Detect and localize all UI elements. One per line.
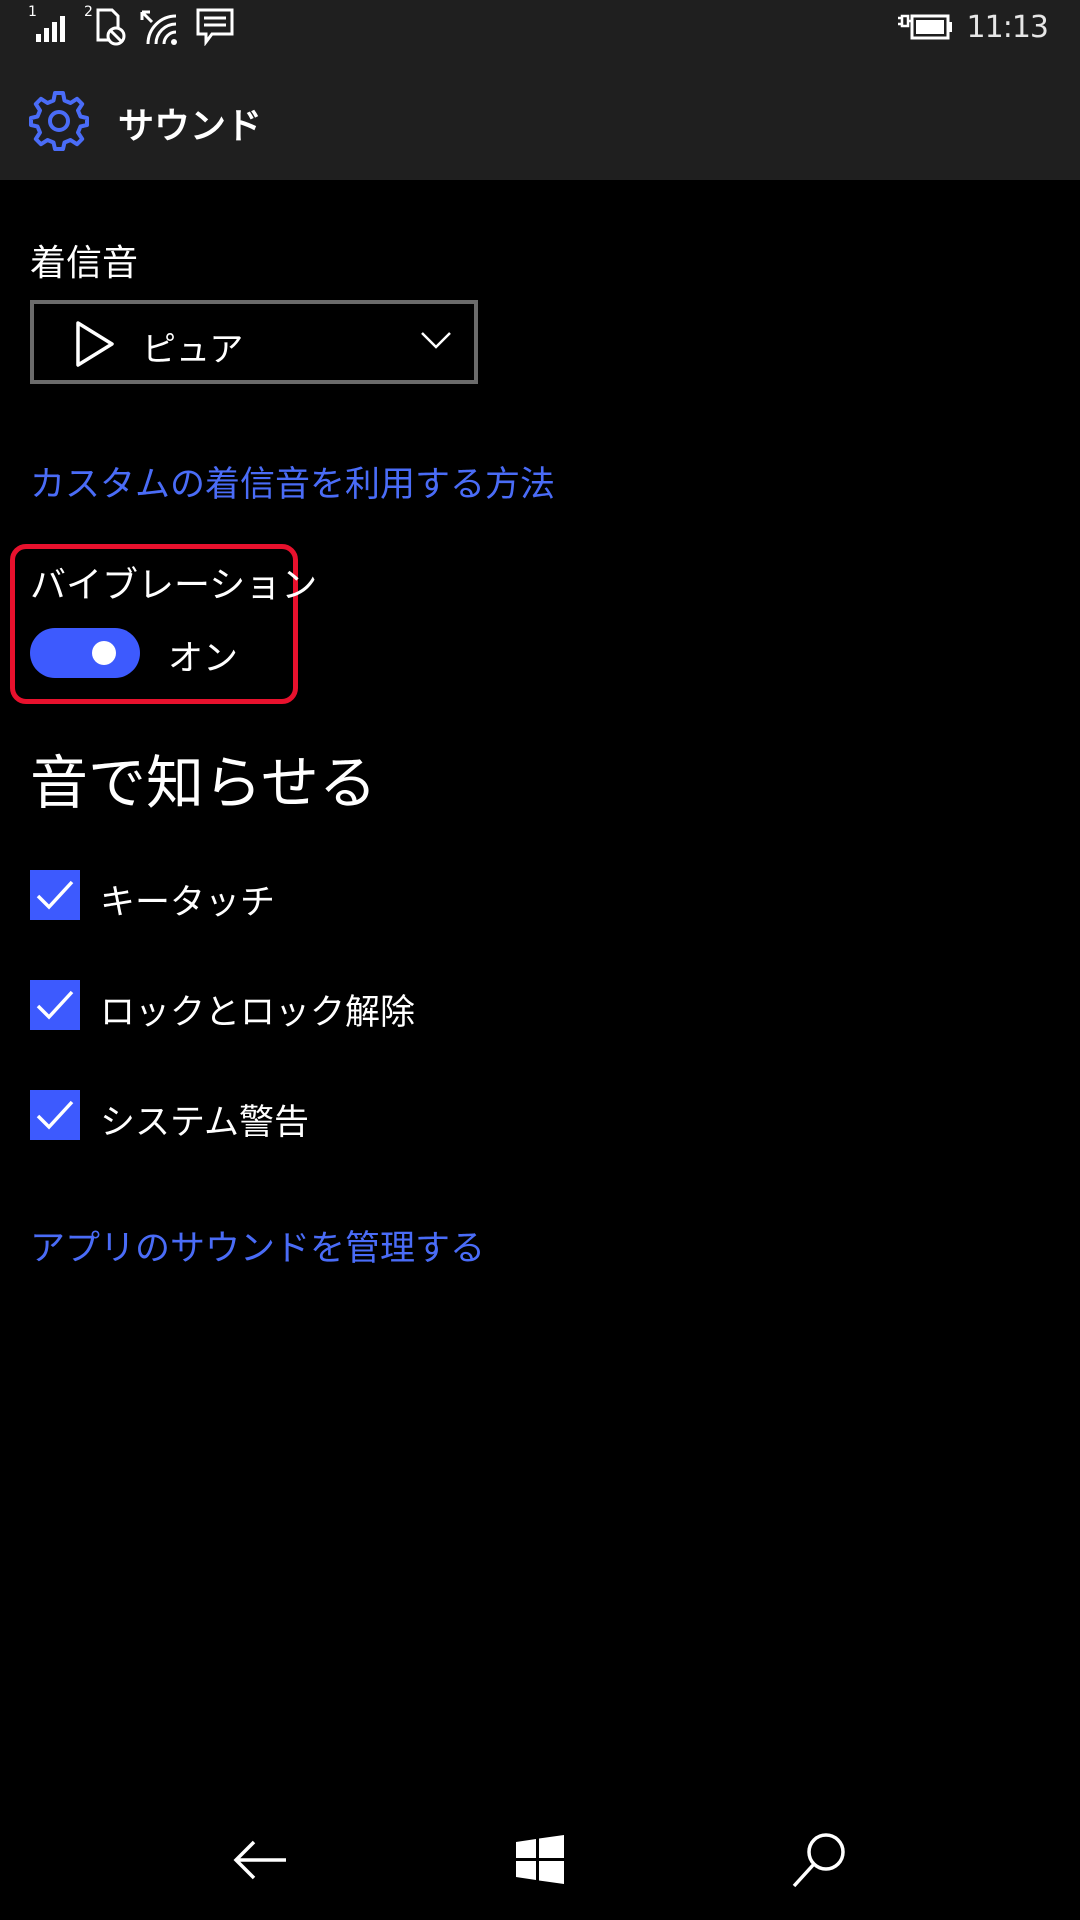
section-heading-sound-notifications: 音で知らせる bbox=[30, 749, 377, 817]
page-title: サウンド bbox=[118, 106, 263, 147]
sim2-no-service-icon bbox=[94, 6, 128, 46]
ringtone-dropdown[interactable]: ピュア bbox=[30, 300, 478, 384]
message-icon bbox=[196, 6, 234, 46]
checkbox-label: キータッチ bbox=[100, 883, 276, 923]
sim2-label: 2 bbox=[84, 4, 93, 20]
custom-ringtone-link[interactable]: カスタムの着信音を利用する方法 bbox=[30, 456, 555, 507]
signal-icon bbox=[36, 6, 70, 44]
ringtone-label: 着信音 bbox=[30, 243, 139, 284]
sound-settings-screen: 1 2 11:13 サウンド 着信音 ピュア カスタムの着信音を利用する方法 バ… bbox=[0, 0, 1080, 1920]
checkbox-checked-icon[interactable] bbox=[30, 1090, 80, 1140]
manage-app-sounds-link[interactable]: アプリのサウンドを管理する bbox=[30, 1220, 485, 1271]
page-header: サウンド bbox=[0, 60, 1080, 180]
vibration-label: バイブレーション bbox=[30, 565, 318, 606]
ringtone-selected-value: ピュア bbox=[142, 330, 244, 370]
windows-start-icon[interactable] bbox=[508, 1828, 572, 1892]
search-icon[interactable] bbox=[788, 1828, 852, 1892]
checkbox-checked-icon[interactable] bbox=[30, 870, 80, 920]
wifi-icon bbox=[140, 6, 180, 46]
clock: 11:13 bbox=[966, 10, 1049, 45]
play-icon[interactable] bbox=[74, 320, 116, 372]
status-bar: 1 2 11:13 bbox=[0, 0, 1080, 60]
checkbox-checked-icon[interactable] bbox=[30, 980, 80, 1030]
toggle-knob bbox=[92, 641, 116, 665]
chevron-down-icon bbox=[420, 330, 452, 354]
back-arrow-icon[interactable] bbox=[228, 1828, 292, 1892]
vibration-state-text: オン bbox=[168, 639, 239, 679]
navigation-bar bbox=[0, 1800, 1080, 1920]
checkbox-label: ロックとロック解除 bbox=[100, 993, 416, 1033]
checkbox-label: システム警告 bbox=[100, 1103, 309, 1143]
gear-icon bbox=[28, 90, 90, 152]
vibration-toggle[interactable] bbox=[30, 628, 140, 678]
battery-charging-icon bbox=[896, 12, 954, 44]
